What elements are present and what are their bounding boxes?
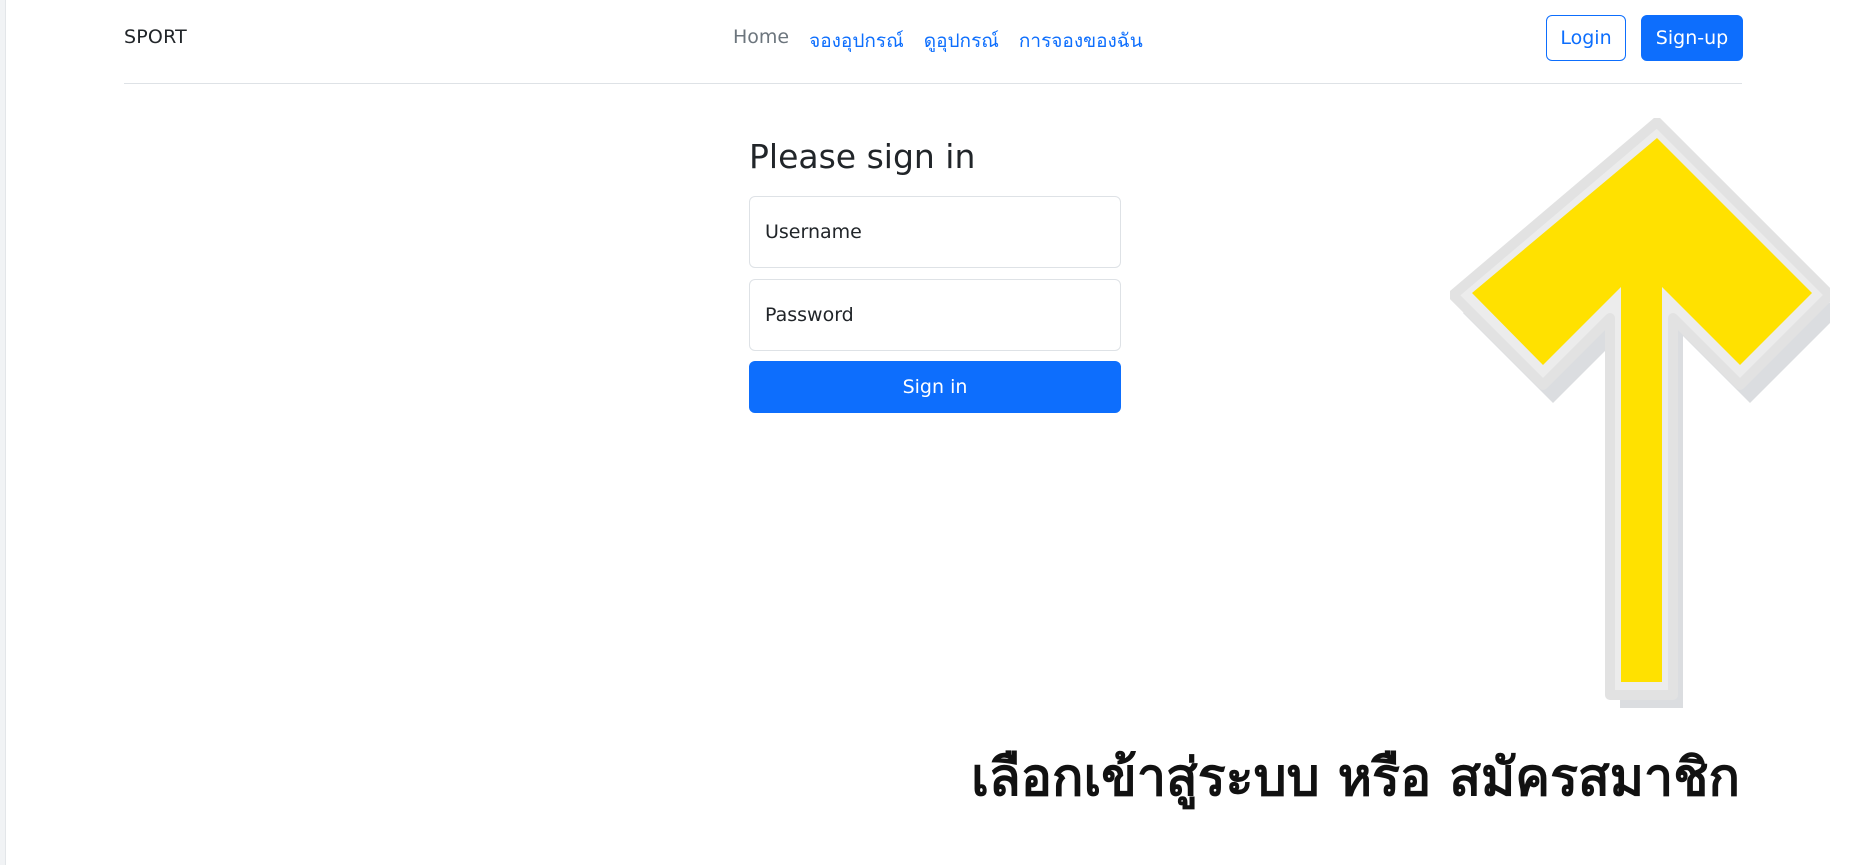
signup-button[interactable]: Sign-up [1641, 15, 1743, 61]
brand-logo[interactable]: SPORT [124, 26, 187, 48]
main-nav: Home จองอุปกรณ์ ดูอุปกรณ์ การจองของฉัน [733, 26, 1163, 56]
top-navbar: SPORT Home จองอุปกรณ์ ดูอุปกรณ์ การจองขอ… [124, 0, 1743, 84]
login-button[interactable]: Login [1546, 15, 1626, 61]
up-arrow-icon [1450, 118, 1830, 708]
username-input[interactable] [749, 196, 1121, 268]
password-input[interactable] [749, 279, 1121, 351]
signin-title: Please sign in [749, 137, 976, 176]
nav-my-bookings[interactable]: การจองของฉัน [1019, 26, 1143, 56]
nav-view-equipment[interactable]: ดูอุปกรณ์ [924, 26, 999, 56]
signin-form: Please sign in Sign in [749, 133, 1121, 413]
page-left-edge [0, 0, 6, 865]
nav-home[interactable]: Home [733, 26, 789, 56]
nav-book-equipment[interactable]: จองอุปกรณ์ [809, 26, 904, 56]
instruction-caption: เลือกเข้าสู่ระบบ หรือ สมัครสมาชิก [971, 748, 1740, 808]
signin-button[interactable]: Sign in [749, 361, 1121, 413]
